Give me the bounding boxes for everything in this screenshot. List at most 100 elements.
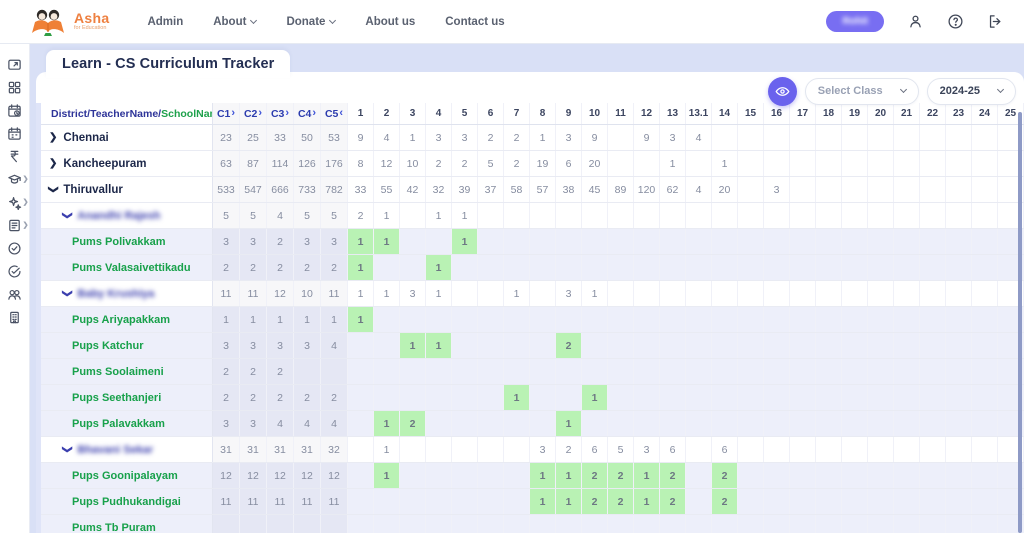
table-cell: 1 [240,307,267,332]
class-select[interactable]: Select Class [805,78,919,105]
row-name-label: Pups Ariyapakkam [72,314,170,326]
chevron-collapsed-icon[interactable]: ❯ [49,158,57,169]
vertical-scrollbar[interactable] [1018,112,1022,533]
table-cell [790,333,816,358]
row-name-cell[interactable]: ❯Thiruvallur [41,177,213,202]
nav-link-about[interactable]: About [213,16,256,28]
row-name-cell[interactable]: ❯Anandhi Rajesh [41,203,213,228]
user-name-button[interactable]: Rohit [826,11,884,32]
table-cell [452,281,478,306]
sidebar-item-document[interactable]: ❯ [3,217,27,233]
table-cell [686,203,712,228]
table-cell [348,489,374,514]
table-cell: 1 [634,489,660,514]
row-name-cell[interactable]: Pums Valasaivettikadu [41,255,213,280]
row-name-cell[interactable]: Pums Soolaimeni [41,359,213,384]
sidebar-item-calendar-clock[interactable] [3,102,27,118]
year-select[interactable]: 2024-25 [927,78,1016,105]
table-cell [634,203,660,228]
table-cell [686,515,712,533]
table-row-baby-krushiya: ❯Baby Krushiya11111210111131131 [41,281,1024,307]
table-cell [868,281,894,306]
table-cell [712,203,738,228]
row-name-cell[interactable]: Pums Tb Puram [41,515,213,533]
column-header-c5[interactable]: C5‹ [321,103,348,124]
table-cell [972,359,998,384]
row-name-cell[interactable]: ❯Kancheepuram [41,151,213,176]
view-button[interactable] [768,77,797,106]
column-header-c4[interactable]: C4› [294,103,321,124]
table-cell [660,281,686,306]
row-name-cell[interactable]: Pups Seethanjeri [41,385,213,410]
sidebar-item-building[interactable] [3,309,27,325]
sidebar-item-screen-share[interactable] [3,56,27,72]
chevron-expanded-icon[interactable]: ❯ [62,211,73,219]
chevron-left-icon[interactable]: ‹ [339,108,343,119]
table-cell [478,255,504,280]
logout-icon[interactable] [986,13,1004,31]
table-cell [478,229,504,254]
nav-link-about-us[interactable]: About us [365,16,415,28]
column-header-c3[interactable]: C3› [267,103,294,124]
chevron-expanded-icon[interactable]: ❯ [62,289,73,297]
table-cell [816,359,842,384]
column-header-17: 17 [790,103,816,124]
sidebar-item-graduation-cap[interactable]: ❯ [3,171,27,187]
row-name-cell[interactable]: Pups Katchur [41,333,213,358]
table-cell [972,151,998,176]
row-name-cell[interactable]: Pups Ariyapakkam [41,307,213,332]
chevron-right-icon[interactable]: › [312,108,316,119]
row-name-cell[interactable]: Pups Goonipalayam [41,463,213,488]
table-cell [686,281,712,306]
row-name-cell[interactable]: ❯Chennai [41,125,213,150]
nav-link-admin[interactable]: Admin [147,16,183,28]
table-cell: 63 [213,151,240,176]
row-name-cell[interactable]: ❯Baby Krushiya [41,281,213,306]
brand-logo[interactable]: Asha for Education [28,6,109,38]
chevron-right-icon: ❯ [23,175,29,183]
table-cell [712,255,738,280]
chevron-expanded-icon[interactable]: ❯ [48,185,59,193]
table-cell [894,255,920,280]
table-cell: 2 [452,151,478,176]
screen-share-icon [7,57,22,72]
column-header-c1[interactable]: C1› [213,103,240,124]
row-name-cell[interactable]: Pums Polivakkam [41,229,213,254]
row-name-cell[interactable]: ❯Bhavani Sekar [41,437,213,462]
chevron-collapsed-icon[interactable]: ❯ [49,132,57,143]
table-cell: 1 [582,281,608,306]
table-cell [504,489,530,514]
row-name-cell[interactable]: Pups Pudhukandigai [41,489,213,514]
row-name-label: Pups Seethanjeri [72,392,161,404]
sidebar-item-dashboard[interactable] [3,79,27,95]
chevron-right-icon[interactable]: › [285,108,289,119]
table-cell [972,281,998,306]
help-icon[interactable] [946,13,964,31]
table-cell: 3 [213,229,240,254]
table-cell [868,489,894,514]
row-name-cell[interactable]: Pups Palavakkam [41,411,213,436]
sidebar-item-users[interactable] [3,286,27,302]
column-header-c2[interactable]: C2› [240,103,267,124]
table-cell: 1 [426,333,452,358]
sidebar-item-sparkles[interactable]: ❯ [3,194,27,210]
profile-icon[interactable] [906,13,924,31]
sidebar-item-rupee[interactable] [3,148,27,164]
table-cell [868,385,894,410]
table-cell: 2 [240,255,267,280]
table-cell: 1 [556,463,582,488]
chevron-right-icon[interactable]: › [258,108,262,119]
table-cell [972,125,998,150]
building-icon [7,310,22,325]
sidebar-item-check-circle[interactable] [3,240,27,256]
sidebar-item-calendar[interactable] [3,125,27,141]
chevron-right-icon[interactable]: › [231,108,235,119]
table-cell: 10 [294,281,321,306]
chevron-expanded-icon[interactable]: ❯ [62,445,73,453]
nav-link-donate[interactable]: Donate [286,16,335,28]
sidebar-item-progress-check[interactable] [3,263,27,279]
table-cell [920,437,946,462]
table-cell [790,229,816,254]
nav-link-contact-us[interactable]: Contact us [445,16,504,28]
table-cell: 2 [400,411,426,436]
